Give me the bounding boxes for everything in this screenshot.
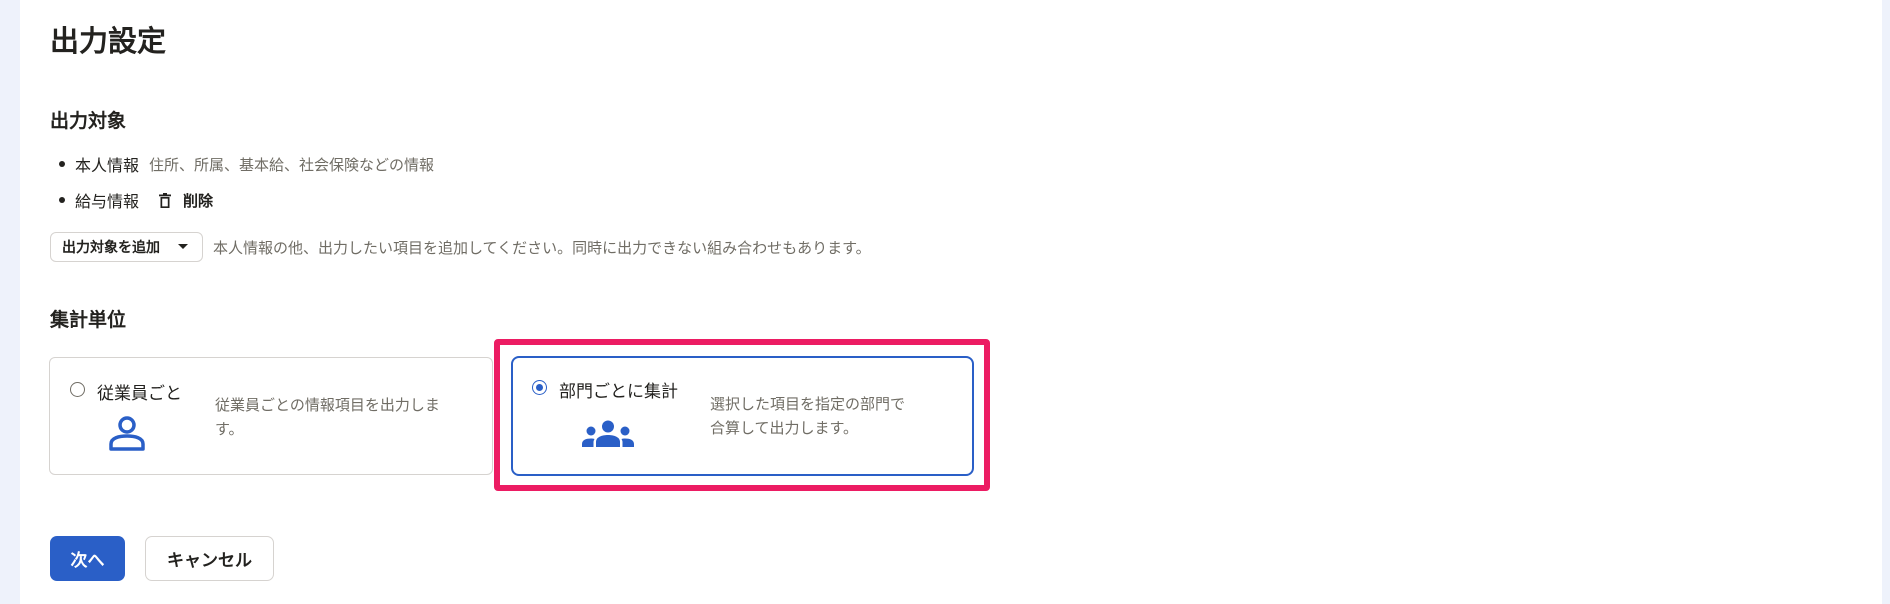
list-item: 本人情報 住所、所属、基本給、社会保険などの情報 [50,146,434,182]
caret-down-icon [178,244,188,249]
person-icon [109,416,145,451]
option-label: 部門ごとに集計 [559,382,678,402]
radio-per-employee[interactable] [70,382,85,397]
group-icon [582,420,634,447]
aggregation-heading: 集計単位 [50,309,127,331]
output-target-heading: 出力対象 [50,110,127,132]
bullet-icon [59,161,65,167]
add-target-hint: 本人情報の他、出力したい項目を追加してください。同時に出力できない組み合わせもあ… [213,238,871,257]
add-target-dropdown[interactable]: 出力対象を追加 [50,232,203,262]
radio-per-department[interactable] [532,380,547,395]
option-description: 従業員ごとの情報項目を出力しま す。 [215,396,440,438]
option-label: 従業員ごと [97,384,182,404]
bullet-icon [59,197,65,203]
output-settings-panel: 出力設定 出力対象 本人情報 住所、所属、基本給、社会保険などの情報 給与情報 … [20,0,1882,604]
aggregation-option-per-department[interactable]: 部門ごとに集計 選択した項目を指定の部門で 合算して出力します。 [511,356,974,476]
add-target-row: 出力対象を追加 本人情報の他、出力したい項目を追加してください。同時に出力できな… [50,232,871,262]
target-item-name: 本人情報 [75,156,140,175]
output-target-list: 本人情報 住所、所属、基本給、社会保険などの情報 給与情報 削除 [50,146,434,218]
cancel-button[interactable]: キャンセル [145,536,274,581]
aggregation-option-per-employee[interactable]: 従業員ごと 従業員ごとの情報項目を出力しま す。 [49,357,493,475]
next-button[interactable]: 次へ [50,536,125,581]
add-target-label: 出力対象を追加 [62,240,160,256]
list-item: 給与情報 削除 [50,182,434,218]
page-title: 出力設定 [50,24,167,58]
delete-label: 削除 [183,191,214,210]
delete-button[interactable]: 削除 [159,190,213,211]
target-item-description: 住所、所属、基本給、社会保険などの情報 [149,155,435,174]
target-item-name: 給与情報 [75,192,140,211]
option-description: 選択した項目を指定の部門で 合算して出力します。 [710,395,906,437]
trash-icon [159,192,172,208]
